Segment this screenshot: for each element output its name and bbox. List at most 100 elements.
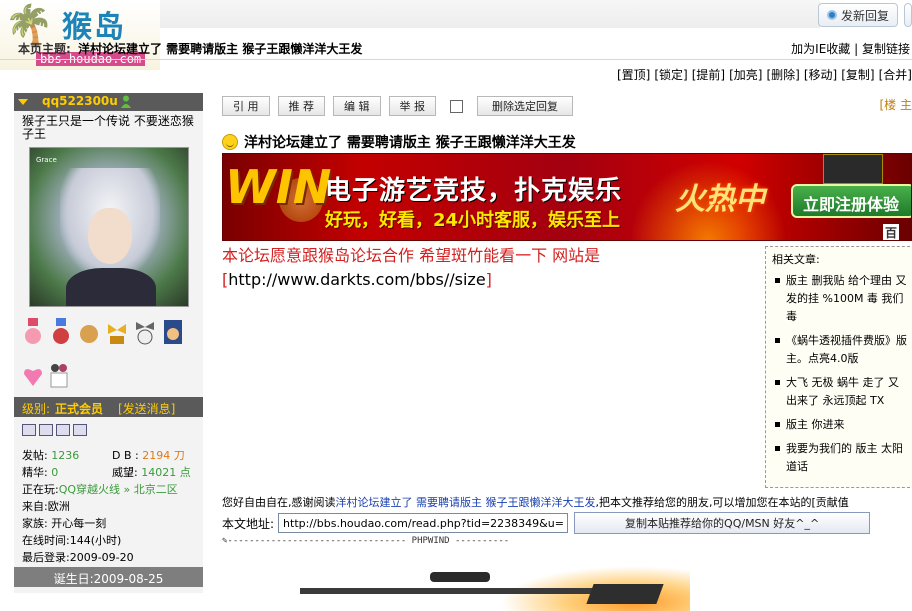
- posts-label: 发帖:: [22, 449, 48, 462]
- medal-star-icon[interactable]: [50, 318, 72, 346]
- stat-last-login: 最后登录:2009-09-20: [22, 551, 134, 564]
- post-title: 洋村论坛建立了 需要聘请版主 猴子王跟懒洋洋大王发: [244, 135, 576, 151]
- online-status-icon: [121, 95, 131, 108]
- share-link[interactable]: 洋村论坛建立了 需要聘请版主 猴子王跟懒洋洋大王发: [336, 496, 596, 509]
- recommend-button[interactable]: 推 荐: [277, 96, 325, 116]
- related-heading: 相关文章:: [772, 253, 820, 266]
- send-message-link[interactable]: [发送消息]: [118, 400, 175, 417]
- add-favorite-link[interactable]: 加为IE收藏: [791, 42, 850, 56]
- quote-button[interactable]: 引 用: [222, 96, 270, 116]
- post-action-bar: 引 用 推 荐 编 辑 举 报 删除选定回复: [222, 96, 573, 116]
- admin-pin[interactable]: [置顶]: [617, 66, 650, 83]
- playing-label: 正在玩:: [22, 483, 59, 496]
- avatar[interactable]: Grace: [29, 147, 189, 307]
- related-item[interactable]: 版主 删我贴 给个理由 又发的挂 %100M 毒 我们毒: [772, 272, 908, 326]
- banner-hot: 火热中: [675, 182, 765, 217]
- smile-icon: [222, 134, 238, 150]
- stat-online-time: 在线时间:144(小时): [22, 534, 122, 547]
- essence-value: 0: [51, 466, 59, 479]
- link-separator: |: [854, 42, 859, 56]
- stat-playing: 正在玩:QQ穿越火线 » 北京二区: [22, 481, 178, 497]
- dropdown-arrow-icon[interactable]: [18, 99, 28, 105]
- floor-label: [楼 主: [879, 98, 912, 112]
- db-value: 2194 刀: [142, 449, 185, 462]
- select-reply-checkbox[interactable]: [450, 99, 463, 113]
- prestige-label: 威望:: [112, 466, 138, 479]
- share-suffix: ,把本文推荐给您的朋友,可以增加您在本站的[贡献值: [595, 496, 849, 509]
- related-articles: 相关文章: 版主 删我贴 给个理由 又发的挂 %100M 毒 我们毒 《蜗牛透视…: [765, 246, 912, 488]
- reply-icon: [826, 10, 837, 20]
- post-body-url[interactable]: http://www.darkts.com/bbs//size: [228, 270, 485, 289]
- banner-headline: 电子游艺竞技，扑克娱乐: [325, 176, 623, 206]
- db-label: D B :: [112, 449, 139, 462]
- essence-label: 精华:: [22, 466, 48, 479]
- banner-corner-logo: 百: [883, 224, 900, 240]
- avatar-face: [88, 208, 132, 264]
- profile-doc-icon[interactable]: [39, 424, 53, 436]
- admin-lock[interactable]: [锁定]: [654, 66, 687, 83]
- new-reply-button[interactable]: 发新回复: [817, 3, 898, 27]
- banner-ad[interactable]: WIN 电子游艺竞技，扑克娱乐 好玩，好看，24小时客服，娱乐至上 火热中 立即…: [222, 153, 912, 241]
- playing-area[interactable]: » 北京二区: [124, 483, 178, 496]
- admin-merge[interactable]: [合并]: [879, 66, 912, 83]
- copy-link-link[interactable]: 复制链接: [862, 42, 910, 56]
- profile-card-icon[interactable]: [22, 424, 36, 436]
- stat-family: 家族: 开心每一刻: [22, 517, 107, 530]
- medal-doll-icon[interactable]: [134, 318, 156, 346]
- username[interactable]: qq522300u: [42, 94, 118, 108]
- level-value: 正式会员: [55, 402, 104, 416]
- stat-posts: 发帖: 1236: [22, 447, 79, 463]
- medal-heart-icon[interactable]: [22, 360, 44, 388]
- stat-db: D B : 2194 刀: [112, 447, 185, 463]
- top-strip: [160, 0, 820, 28]
- medal-horse-icon[interactable]: [78, 318, 100, 346]
- prestige-value: 14021 点: [141, 466, 191, 479]
- admin-bump[interactable]: [提前]: [692, 66, 725, 83]
- add-friend-icon[interactable]: [56, 424, 70, 436]
- rifle-stock: [586, 584, 664, 604]
- admin-action-bar: [置顶] [锁定] [提前] [加亮] [删除] [移动] [复制] [合并]: [617, 66, 912, 83]
- share-line: 您好自由自在,感谢阅读洋村论坛建立了 需要聘请版主 猴子王跟懒洋洋大王发,把本文…: [222, 494, 849, 510]
- new-reply-label: 发新回复: [840, 8, 889, 23]
- admin-delete[interactable]: [删除]: [767, 66, 800, 83]
- admin-highlight[interactable]: [加亮]: [729, 66, 762, 83]
- avatar-body: [66, 268, 156, 306]
- email-icon[interactable]: [73, 424, 87, 436]
- more-button[interactable]: [904, 3, 912, 27]
- level-label: 级别:: [22, 402, 51, 416]
- sniper-rifle-image: [270, 566, 690, 611]
- admin-copy[interactable]: [复制]: [841, 66, 874, 83]
- subject-bar: 本页主题: 洋村论坛建立了 需要聘请版主 猴子王跟懒洋洋大王发 加为IE收藏 |…: [0, 36, 912, 60]
- medal-couple-icon[interactable]: [48, 360, 70, 388]
- address-input[interactable]: [278, 513, 569, 533]
- related-item[interactable]: 我要为我们的 版主 太阳道话: [772, 440, 908, 476]
- related-item[interactable]: 大飞 无极 蜗牛 走了 又出来了 永远顶起 TX: [772, 374, 908, 410]
- posts-value: 1236: [51, 449, 80, 462]
- post-body: 本论坛愿意跟猴岛论坛合作 希望斑竹能看一下 网站是[http://www.dar…: [222, 244, 762, 292]
- avatar-tag: Grace: [36, 156, 57, 164]
- post-body-suffix: ]: [485, 270, 492, 289]
- medal-flower-icon[interactable]: [22, 318, 44, 346]
- share-prefix: 您好自由自在,感谢阅读: [222, 496, 336, 509]
- subject-title: 洋村论坛建立了 需要聘请版主 猴子王跟懒洋洋大王发: [78, 42, 363, 56]
- stat-prestige: 威望: 14021 点: [112, 464, 191, 480]
- divider-text: --------------------------------- PHPWIN…: [227, 536, 510, 546]
- banner-register-button[interactable]: 立即注册体验: [791, 184, 911, 218]
- birthday-bar: 诞生日:2009-08-25: [14, 567, 203, 587]
- related-item[interactable]: 版主 你进来: [772, 416, 908, 434]
- playing-game[interactable]: QQ穿越火线: [59, 483, 120, 496]
- related-item[interactable]: 《蜗牛透视插件费版》版主。点亮4.0版: [772, 332, 908, 368]
- address-label: 本文地址:: [222, 516, 275, 531]
- delete-selected-button[interactable]: 删除选定回复: [477, 96, 573, 116]
- admin-move[interactable]: [移动]: [804, 66, 837, 83]
- post-title-row: 洋村论坛建立了 需要聘请版主 猴子王跟懒洋洋大王发: [222, 132, 576, 152]
- edit-button[interactable]: 编 辑: [333, 96, 381, 116]
- user-signature: 猴子王只是一个传说 不要迷恋猴子王: [22, 114, 194, 141]
- phpwind-divider: ✎--------------------------------- PHPWI…: [222, 536, 572, 546]
- rifle-barrel: [300, 588, 600, 594]
- level-bar: 级别: 正式会员 [发送消息]: [14, 397, 203, 417]
- copy-recommend-button[interactable]: 复制本贴推荐给你的QQ/MSN 好友^_^: [574, 512, 871, 534]
- report-button[interactable]: 举 报: [388, 96, 436, 116]
- medal-face-icon[interactable]: [162, 318, 184, 346]
- medal-bow-icon[interactable]: [106, 318, 128, 346]
